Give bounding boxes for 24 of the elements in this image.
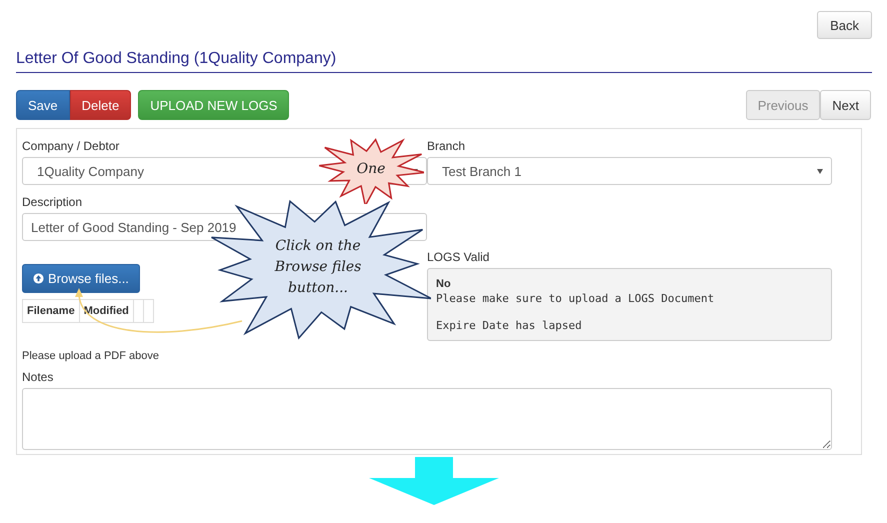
- field-label: LOGS Valid: [427, 250, 490, 264]
- caret-icon: [817, 168, 823, 174]
- page-title: Letter Of Good Standing (1Quality Company): [16, 50, 872, 73]
- down-arrow-icon: [369, 457, 499, 505]
- delete-button[interactable]: Delete: [70, 90, 132, 120]
- table-header: [144, 299, 154, 323]
- save-button[interactable]: Save: [16, 90, 70, 120]
- callout-text: One: [356, 160, 386, 178]
- back-button[interactable]: Back: [817, 11, 872, 39]
- browse-button[interactable]: Browse files...: [22, 264, 140, 293]
- field-label: Branch: [427, 139, 466, 153]
- field-label: Company / Debtor: [22, 139, 120, 153]
- upload-hint: Please upload a PDF above: [22, 350, 160, 362]
- status-message: Please make sure to upload a LOGS Document: [436, 292, 716, 305]
- notes-field[interactable]: [22, 388, 832, 450]
- branch-select[interactable]: Test Branch 1: [427, 157, 832, 185]
- next-button[interactable]: Next: [820, 90, 871, 120]
- field-label: Notes: [22, 370, 54, 384]
- status-text: No: [436, 278, 452, 290]
- status-message: Expire Date has lapsed: [436, 319, 583, 332]
- table-header: Filename: [22, 299, 80, 323]
- table-header: [134, 299, 144, 323]
- field-label: Description: [22, 195, 84, 209]
- upload-icon: [33, 273, 44, 284]
